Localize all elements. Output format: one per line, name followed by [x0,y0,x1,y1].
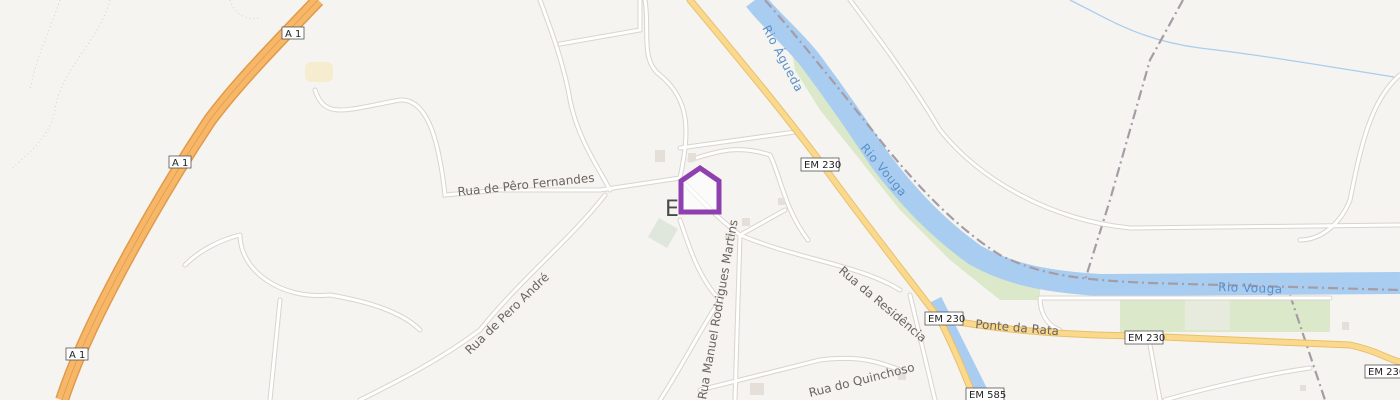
street-label-pero-andre: Rua de Pero André [462,270,551,357]
field-patch [1185,300,1230,330]
map-canvas: Rua de Pêro Fernandes Rua de Pero André … [9,0,1400,400]
svg-text:EM 230: EM 230 [1128,333,1165,344]
shield-em230-edge: EM 230 [1364,364,1400,379]
svg-text:A 1: A 1 [285,29,301,40]
terrain-contours [9,0,261,171]
svg-text:A 1: A 1 [69,350,85,361]
map-view[interactable]: Rua de Pêro Fernandes Rua de Pero André … [0,0,1400,400]
home-marker-icon[interactable] [678,164,722,215]
shield-a1-mid: A 1 [168,155,192,169]
sand-patch [305,62,333,82]
shield-a1-bottom: A 1 [65,347,89,361]
svg-text:A 1: A 1 [172,158,188,169]
svg-text:EM 230: EM 230 [928,314,965,325]
place-label: E [665,197,679,222]
svg-text:EM 230: EM 230 [1368,367,1400,378]
shield-a1-top: A 1 [281,26,305,40]
shield-em230-mid: EM 230 [924,311,965,326]
shield-em585: EM 585 [965,387,1006,400]
river-label-vouga-lower: Rio Vouga [1218,280,1283,296]
shield-em230-right: EM 230 [1124,330,1165,345]
svg-text:EM 585: EM 585 [969,390,1006,400]
stream [1069,0,1400,79]
shield-em230-top: EM 230 [800,157,841,172]
green-building [647,217,679,249]
street-label-pero-fernandes: Rua de Pêro Fernandes [457,171,595,199]
street-label-residencia: Rua da Residência [836,264,929,345]
svg-text:EM 230: EM 230 [804,160,841,171]
motorway-a1 [55,0,324,400]
